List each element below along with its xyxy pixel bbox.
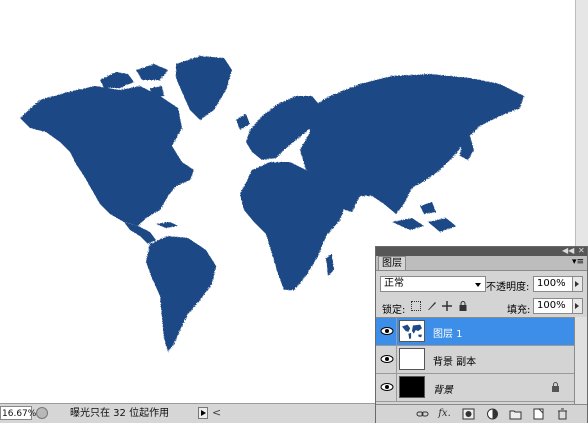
chevron-down-icon	[475, 283, 481, 287]
opacity-input[interactable]: 100%	[533, 276, 573, 292]
eye-divider	[396, 346, 397, 373]
asia-shape	[300, 74, 524, 214]
opacity-slider-arrow-icon[interactable]	[573, 276, 583, 292]
madagascar-shape	[326, 254, 334, 276]
visibility-eye-icon[interactable]	[380, 325, 394, 337]
layers-panel: ◀◀ ✕ 图层 ▾≡ 正常 不透明度: 100% 锁定: 填充: 100% 图层…	[375, 246, 588, 423]
link-icon[interactable]	[416, 408, 429, 420]
eye-divider	[396, 318, 397, 345]
fill-input[interactable]: 100%	[533, 298, 573, 314]
greenland-shape	[176, 56, 232, 120]
layer-name[interactable]: 背景 副本	[433, 353, 476, 368]
north-america-shape	[20, 86, 194, 226]
lock-position-icon[interactable]	[442, 301, 452, 311]
tab-layers[interactable]: 图层	[378, 256, 406, 270]
mask-icon[interactable]	[462, 408, 475, 420]
zoom-level-field[interactable]: 16.67%	[0, 406, 36, 420]
fill-label: 填充:	[507, 305, 531, 316]
layer-thumbnail-black[interactable]	[399, 376, 425, 398]
layer-name[interactable]: 背景	[433, 381, 453, 396]
status-menu-arrow-icon[interactable]	[198, 407, 208, 419]
lock-transparent-pixels-icon[interactable]	[411, 301, 421, 311]
layer-thumbnail-white[interactable]	[399, 348, 425, 370]
blend-mode-select[interactable]: 正常	[380, 276, 486, 292]
lock-label: 锁定:	[382, 305, 406, 316]
collapse-panel-icon[interactable]: ◀◀	[562, 247, 574, 256]
scroll-left-icon[interactable]: <	[212, 406, 221, 419]
new-layer-icon[interactable]	[532, 408, 545, 420]
adjustment-icon[interactable]	[486, 408, 499, 420]
trash-icon[interactable]	[556, 408, 569, 420]
fill-slider-arrow-icon[interactable]	[573, 298, 583, 314]
lock-image-pixels-icon[interactable]	[427, 301, 437, 311]
visibility-eye-icon[interactable]	[380, 353, 394, 365]
visibility-eye-icon[interactable]	[380, 381, 394, 393]
layer-list: 图层 1 背景 副本 背景	[376, 317, 574, 405]
blend-mode-value: 正常	[384, 278, 404, 289]
status-message: 曝光只在 32 位起作用	[70, 408, 170, 419]
opacity-label: 不透明度:	[486, 282, 530, 293]
layer-thumbnail-world-map[interactable]	[399, 320, 425, 342]
layer-row-background[interactable]: 背景	[376, 374, 574, 402]
lock-all-icon[interactable]	[458, 301, 468, 311]
eye-divider	[396, 374, 397, 401]
layers-panel-footer: fx.	[376, 404, 587, 423]
panel-menu-icon[interactable]: ▾≡	[572, 258, 584, 267]
group-folder-icon[interactable]	[509, 408, 522, 420]
south-america-shape	[146, 236, 216, 352]
close-panel-icon[interactable]: ✕	[578, 247, 585, 256]
panel-tab-bar: 图层 ▾≡	[376, 256, 587, 271]
panel-title-strip[interactable]: ◀◀ ✕	[376, 247, 587, 256]
zoom-preview-icon[interactable]	[36, 407, 48, 419]
layer-row-background-copy[interactable]: 背景 副本	[376, 346, 574, 374]
layer-list-scrollbar[interactable]	[574, 317, 587, 404]
layer-lock-icon	[552, 382, 559, 392]
layer-name[interactable]: 图层 1	[433, 325, 463, 340]
layer-row-layer-1[interactable]: 图层 1	[376, 318, 574, 346]
fx-icon[interactable]: fx.	[438, 408, 451, 420]
